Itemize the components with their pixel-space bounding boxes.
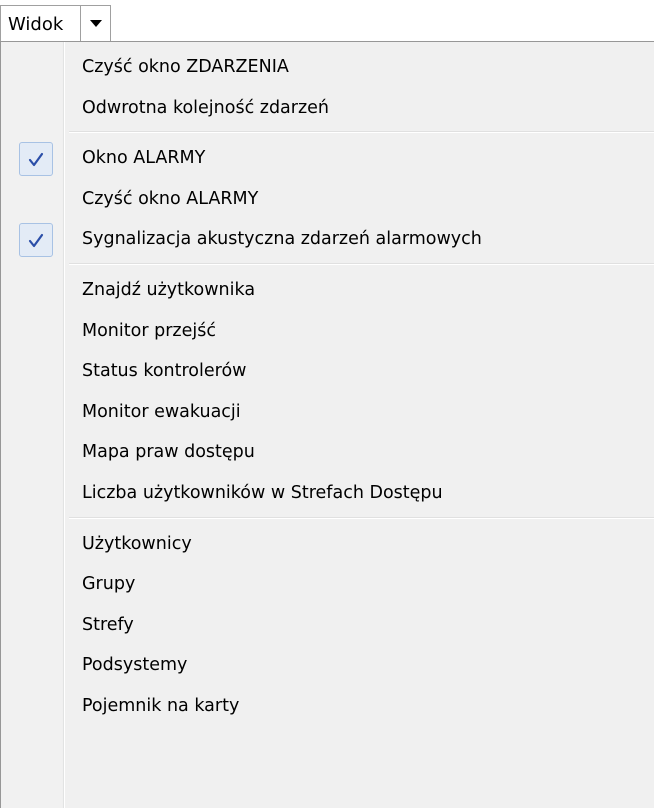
menu-item[interactable]: Użytkownicy (1, 525, 654, 565)
menu-item-label: Podsystemy (82, 655, 188, 676)
menu-item-label: Monitor ewakuacji (82, 401, 241, 422)
menu-item[interactable]: Pojemnik na karty (1, 687, 654, 727)
menu-item-label: Czyść okno ALARMY (82, 188, 259, 209)
menu-item[interactable]: Mapa praw dostępu (1, 433, 654, 473)
menu-item-label: Czyść okno ZDARZENIA (82, 57, 289, 77)
menu-item[interactable]: Monitor ewakuacji (1, 393, 654, 433)
menu-title-label: Widok (8, 14, 64, 35)
menu-item[interactable]: Podsystemy (1, 646, 654, 686)
menu-item[interactable]: Strefy (1, 606, 654, 646)
menu-item-label: Mapa praw dostępu (82, 442, 255, 463)
menu-item[interactable]: Czyść okno ALARMY (1, 180, 654, 220)
menu-item-label: Sygnalizacja akustyczna zdarzeń alarmowy… (82, 229, 482, 250)
menu-item-label: Okno ALARMY (82, 148, 206, 169)
dropdown-menu: Czyść okno ZDARZENIA Odwrotna kolejność z… (0, 41, 654, 808)
menu-item[interactable]: Liczba użytkowników w Strefach Dostępu (1, 474, 654, 514)
menu-separator (69, 131, 654, 134)
menu-item-label: Liczba użytkowników w Strefach Dostępu (82, 483, 443, 503)
check-icon (28, 153, 44, 167)
checkmark-indicator (19, 142, 53, 177)
menu-item[interactable]: Status kontrolerów (1, 352, 654, 392)
menu-item-label: Grupy (82, 574, 136, 595)
menu-item[interactable]: Sygnalizacja akustyczna zdarzeń alarmowy… (1, 220, 654, 260)
menu-item-label: Odwrotna kolejność zdarzeń (82, 97, 330, 118)
menu-item-label: Użytkownicy (82, 533, 192, 554)
menu-item[interactable]: Czyść okno ZDARZENIA (1, 48, 654, 88)
menu-item-label: Status kontrolerów (82, 361, 247, 382)
menu-separator (69, 263, 654, 265)
chevron-down-icon (90, 20, 102, 27)
menu-separator (69, 516, 654, 519)
menu-item-label: Znajdź użytkownika (82, 280, 256, 300)
menu-item[interactable]: Znajdź użytkownika (1, 271, 654, 311)
page: Widok Czyść okno ZDARZENIA Odwrotna kolej… (0, 0, 654, 808)
menu-item-label: Monitor przejść (82, 320, 216, 341)
menu-item[interactable]: Monitor przejść (1, 312, 654, 352)
menu-item[interactable]: Okno ALARMY (1, 139, 654, 179)
menu-item[interactable]: Odwrotna kolejność zdarzeń (1, 89, 654, 129)
menu-bar: Widok (0, 0, 654, 42)
checkmark-indicator (19, 223, 53, 258)
menu-item-label: Pojemnik na karty (82, 696, 240, 716)
menu-item[interactable]: Grupy (1, 565, 654, 605)
menu-item-label: Strefy (82, 614, 134, 635)
check-icon (28, 234, 44, 248)
dropdown-button[interactable] (80, 5, 111, 42)
